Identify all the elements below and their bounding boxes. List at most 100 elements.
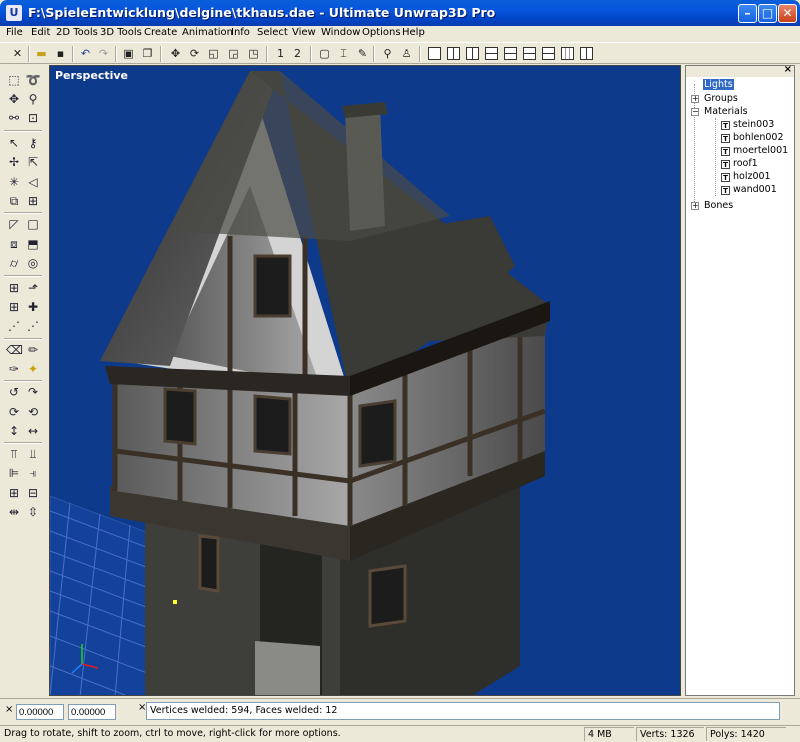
log-output[interactable]: Vertices welded: 594, Faces welded: 12 [146,702,780,720]
layout-columns-icon[interactable] [561,47,574,60]
vertex-move-icon[interactable]: ✢ [6,154,22,170]
stretch-icon[interactable]: ⇱ [25,154,41,170]
edge-select-icon[interactable]: ⋰ [6,318,22,334]
zoom-region-icon[interactable]: ⚯ [6,110,22,126]
tree-node-materials[interactable]: Materials [704,106,748,117]
tree-node-material[interactable]: roof1 [733,158,758,169]
tree-node-material[interactable]: stein003 [733,119,774,130]
mirror-icon[interactable]: ◳ [246,46,261,61]
align-bottom-icon[interactable]: ⫫ [25,446,41,462]
layout-split-horizontal-icon[interactable] [485,47,498,60]
group-icon[interactable]: ⧉ [6,193,22,209]
collapse-materials-icon[interactable]: − [691,108,699,116]
minimize-button[interactable]: – [738,4,757,23]
plane-icon[interactable]: □ [25,216,41,232]
box-icon[interactable]: ⧈ [6,236,22,252]
open-folder-icon[interactable]: ▬ [34,46,49,61]
tree-node-bones[interactable]: Bones [704,200,733,211]
layout-three-icon[interactable] [523,47,536,60]
save-icon[interactable]: ▪ [53,46,68,61]
menu-animation[interactable]: Animation [182,27,233,38]
extrude-icon[interactable]: ⬏ [25,280,41,296]
text-select-icon[interactable]: ⌶ [336,46,351,61]
menu-2d-tools[interactable]: 2D Tools [56,27,98,38]
align-top-icon[interactable]: ⫪ [6,446,22,462]
align-right-icon[interactable]: ⫣ [25,465,41,481]
pencil-icon[interactable]: ✏ [25,342,41,358]
redo-icon[interactable]: ↷ [96,46,111,61]
tree-node-material[interactable]: holz001 [733,171,771,182]
layout-three-2-icon[interactable] [542,47,555,60]
bone-icon[interactable]: ⚷ [25,135,41,151]
eraser-icon[interactable]: ⌫ [6,342,23,358]
maximize-button[interactable]: □ [758,4,777,23]
y-coordinate-field[interactable] [68,704,116,720]
menu-edit[interactable]: Edit [31,27,50,38]
rotate-ccw-icon[interactable]: ⟲ [25,404,41,420]
render-icon[interactable]: ▣ [121,46,136,61]
pin-icon[interactable]: ✑ [6,361,22,377]
tree-node-material[interactable]: wand001 [733,184,777,195]
edge-loop-icon[interactable]: ⋰ [25,318,41,334]
layer-2-button[interactable]: 2 [290,46,305,61]
subdivide-icon[interactable]: ⊞ [6,280,22,296]
weld-icon[interactable]: ⊞ [6,299,22,315]
distribute-horizontal-icon[interactable]: ⇹ [6,504,22,520]
cylinder-icon[interactable]: ⌭ [6,255,22,271]
menu-help[interactable]: Help [402,27,425,38]
scale-uniform-icon[interactable]: ◲ [226,46,241,61]
move-icon[interactable]: ✥ [168,46,183,61]
tree-node-lights[interactable]: Lights [703,79,734,90]
layout-split-vertical-icon[interactable] [447,47,460,60]
select-arrow-icon[interactable]: ↖ [6,135,22,151]
distribute-vertical-icon[interactable]: ⇳ [25,504,41,520]
menu-select[interactable]: Select [257,27,288,38]
layout-split-horizontal-2-icon[interactable] [504,47,517,60]
align-left-icon[interactable]: ⊫ [6,465,22,481]
pan-icon[interactable]: ✥ [6,91,22,107]
menu-view[interactable]: View [292,27,316,38]
zoom-icon[interactable]: ⚲ [25,91,41,107]
light-icon[interactable]: ✳ [6,174,22,190]
menu-create[interactable]: Create [144,27,177,38]
menu-options[interactable]: Options [362,27,401,38]
x-coordinate-field[interactable] [16,704,64,720]
tree-node-material[interactable]: bohlen002 [733,132,784,143]
curve-icon[interactable]: ↷ [25,384,41,400]
cube-icon[interactable]: ⬒ [25,236,41,252]
scale-icon[interactable]: ◱ [206,46,221,61]
scale-vertical-icon[interactable]: ↕ [6,423,22,439]
scale-horizontal-icon[interactable]: ↔ [25,423,41,439]
menu-info[interactable]: Info [231,27,250,38]
rotate-cw-icon[interactable]: ⟳ [6,404,22,420]
coords-close-icon[interactable]: × [5,704,13,715]
sphere-icon[interactable]: ◎ [25,255,41,271]
eyedropper-icon[interactable]: ⚲ [380,46,395,61]
layout-quad-icon[interactable] [580,47,593,60]
magic-wand-icon[interactable]: ✦ [25,361,41,377]
center-horizontal-icon[interactable]: ⊞ [6,485,22,501]
undo-icon[interactable]: ↶ [78,46,93,61]
zoom-extents-icon[interactable]: ⊡ [25,110,41,126]
rect-select-icon[interactable]: ⬚ [6,72,22,88]
lasso-icon[interactable]: ➰ [25,72,41,88]
grid-icon[interactable]: ⊞ [25,193,41,209]
perspective-viewport[interactable]: Perspective [49,65,681,696]
expand-groups-icon[interactable]: + [691,95,699,103]
tree-node-material[interactable]: moertel001 [733,145,788,156]
rotate-uv-icon[interactable]: ↺ [6,384,22,400]
tree-node-groups[interactable]: Groups [704,93,738,104]
select-box-icon[interactable]: ▢ [317,46,332,61]
layout-single-icon[interactable] [428,47,441,60]
menu-3d-tools[interactable]: 3D Tools [100,27,142,38]
paint-icon[interactable]: ♙ [399,46,414,61]
cut-edge-icon[interactable]: ✚ [25,299,41,315]
layout-split-vertical-2-icon[interactable] [466,47,479,60]
close-button[interactable]: ✕ [778,4,797,23]
edit-icon[interactable]: ✎ [355,46,370,61]
copy-icon[interactable]: ❐ [140,46,155,61]
menu-window[interactable]: Window [321,27,360,38]
menu-file[interactable]: File [6,27,23,38]
camera-icon[interactable]: ◁ [25,174,41,190]
expand-bones-icon[interactable]: + [691,202,699,210]
